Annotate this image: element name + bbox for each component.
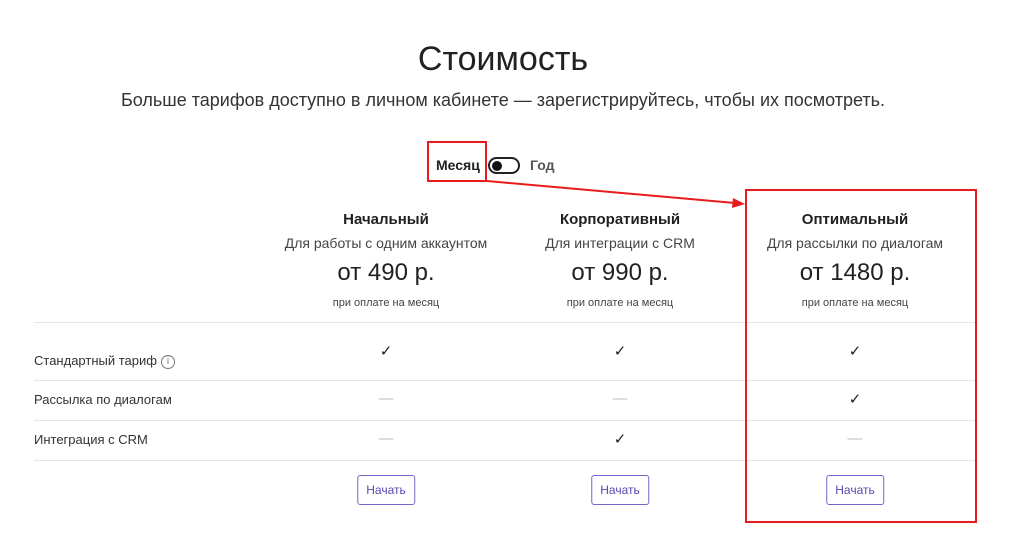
annotation-arrow xyxy=(486,180,745,208)
